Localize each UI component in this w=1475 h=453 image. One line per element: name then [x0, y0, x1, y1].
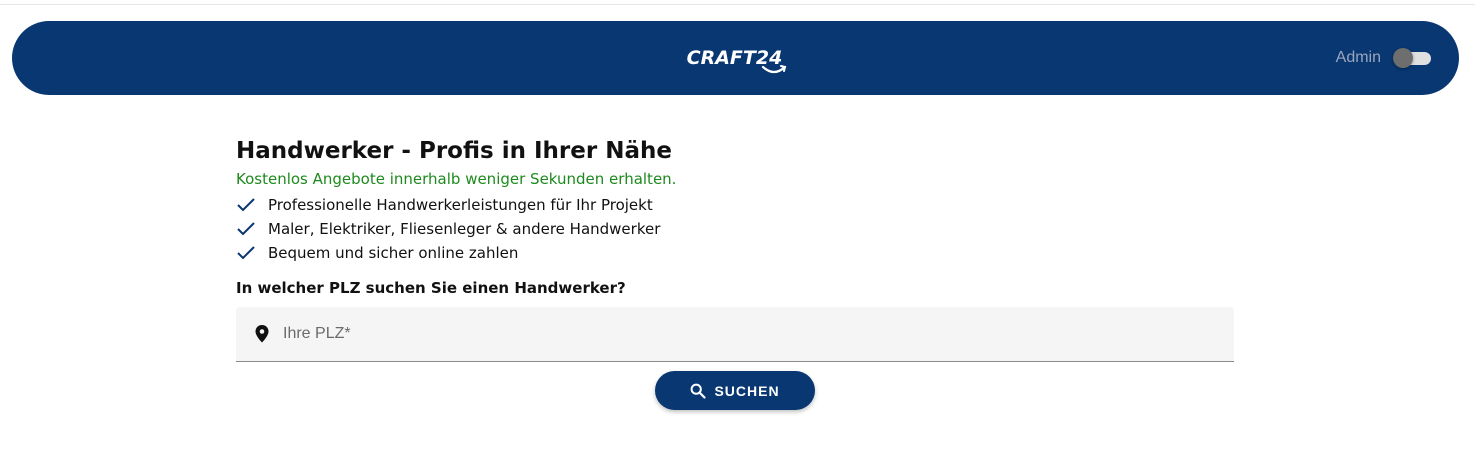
admin-label: Admin [1335, 49, 1381, 66]
page-title: Handwerker - Profis in Ihrer Nähe [236, 137, 1234, 165]
hero-section: Handwerker - Profis in Ihrer Nähe Kosten… [236, 137, 1234, 297]
craft24-logo[interactable]: CRAFT24 [687, 47, 786, 74]
plz-question: In welcher PLZ suchen Sie einen Handwerk… [236, 279, 626, 297]
app-header: CRAFT24 Admin [12, 21, 1459, 95]
list-item: Maler, Elektriker, Fliesenleger & andere… [236, 217, 1234, 241]
page-title-rest: - Profis in Ihrer Nähe [393, 138, 672, 164]
location-pin-icon [255, 325, 269, 343]
admin-toggle-thumb[interactable] [1393, 48, 1413, 68]
list-item: Bequem und sicher online zahlen [236, 241, 1234, 265]
feature-text: Professionelle Handwerkerleistungen für … [268, 196, 653, 214]
tagline: Kostenlos Angebote innerhalb weniger Sek… [236, 170, 677, 188]
search-button-label: SUCHEN [714, 382, 780, 399]
admin-toggle[interactable] [1393, 48, 1431, 68]
top-divider [0, 4, 1475, 5]
list-item: Professionelle Handwerkerleistungen für … [236, 193, 1234, 217]
feature-list: Professionelle Handwerkerleistungen für … [236, 193, 1234, 265]
page-title-bold: Handwerker [236, 138, 394, 164]
check-icon [237, 246, 255, 260]
search-button[interactable]: SUCHEN [655, 371, 815, 410]
admin-toggle-group: Admin [1336, 48, 1431, 68]
logo-smile-icon [761, 65, 786, 74]
plz-field[interactable] [236, 307, 1234, 362]
feature-text: Maler, Elektriker, Fliesenleger & andere… [268, 220, 661, 238]
check-icon [237, 222, 255, 236]
feature-text: Bequem und sicher online zahlen [268, 244, 519, 262]
plz-input[interactable] [283, 325, 1183, 343]
check-icon [237, 198, 255, 212]
search-icon [691, 383, 707, 399]
